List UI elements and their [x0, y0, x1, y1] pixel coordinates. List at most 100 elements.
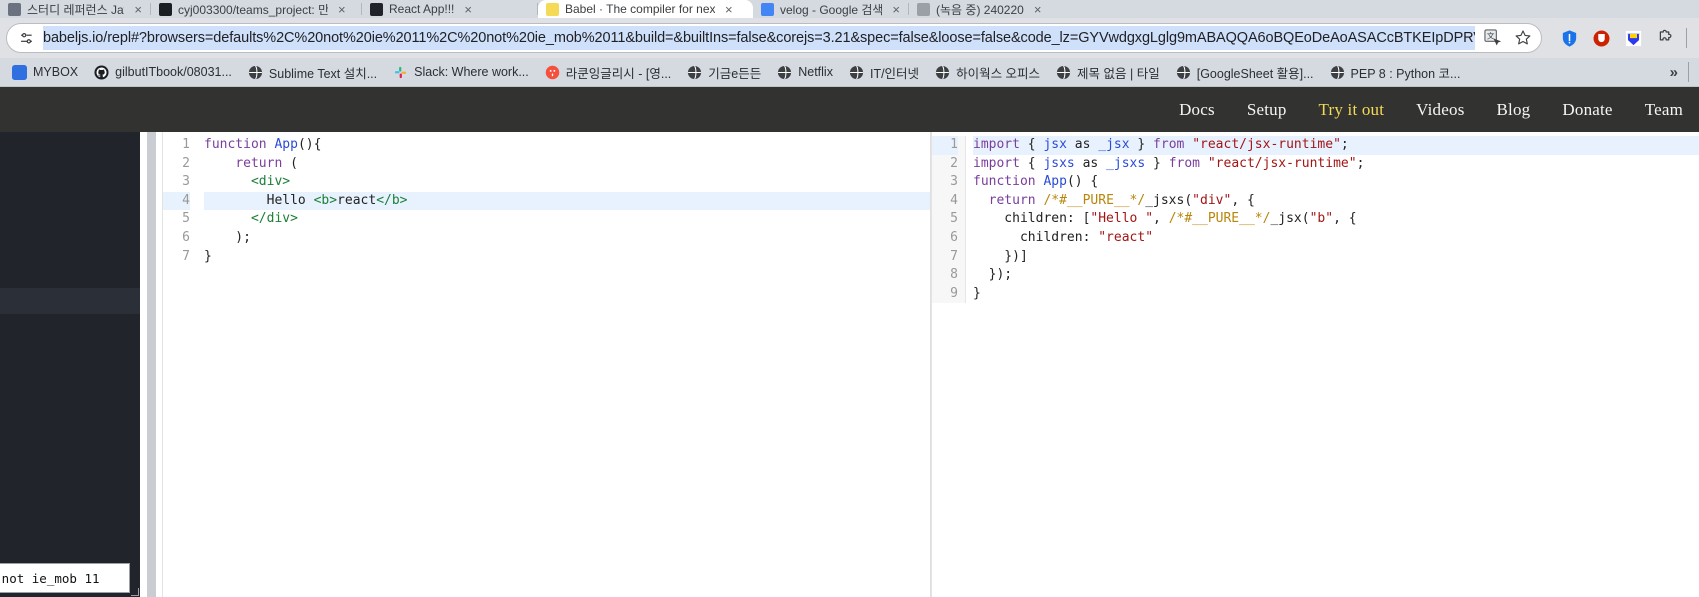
bookmark-label: PEP 8 : Python 코...	[1350, 66, 1461, 81]
download-extension-icon[interactable]	[1622, 27, 1644, 49]
bookmark-item[interactable]: 라쿤잉글리시 - [영...	[537, 60, 680, 85]
generic-page-icon	[8, 2, 21, 16]
code-token: from	[1168, 155, 1201, 171]
output-line-number: 9	[950, 285, 958, 301]
browser-tab[interactable]: 스터디 레퍼런스 Java ×	[0, 0, 150, 18]
output-line-number: 6	[950, 229, 958, 245]
globe-icon	[248, 65, 263, 80]
babel-repl-page: Docs Setup Try it out Videos Blog Donate Team …	[0, 87, 1699, 597]
generic-page-icon	[917, 2, 930, 16]
tune-settings-icon[interactable]	[15, 27, 37, 49]
browser-tab[interactable]: cyj003300/teams_project: 만들 ×	[151, 0, 361, 18]
tab-close-icon[interactable]: ×	[1034, 3, 1042, 16]
bookmark-item[interactable]: 기금e든든	[679, 60, 769, 85]
input-code-line: }	[204, 248, 930, 267]
globe-icon	[777, 65, 792, 80]
github-icon	[94, 64, 109, 80]
nav-link-team[interactable]: Team	[1629, 100, 1699, 120]
nav-link-setup[interactable]: Setup	[1231, 100, 1303, 120]
nav-link-try-it-out[interactable]: Try it out	[1303, 100, 1401, 120]
code-token: jsxs	[1043, 155, 1075, 171]
tab-close-icon[interactable]: ×	[892, 3, 900, 16]
bookmark-item[interactable]: [GoogleSheet 활용]...	[1168, 60, 1322, 85]
code-token: (	[282, 155, 298, 171]
repl-options-sidebar: ie 11, not ie_mob 11 ❮	[0, 132, 186, 597]
bookmark-item[interactable]: gilbutITbook/08031...	[86, 62, 240, 83]
input-code-line: </div>	[204, 210, 930, 229]
code-token: });	[973, 267, 1013, 283]
bookmark-item[interactable]: MYBOX	[4, 62, 86, 83]
browser-tab[interactable]: Babel · The compiler for next ... ×	[538, 0, 753, 18]
bookmark-item[interactable]: Slack: Where work...	[385, 62, 537, 83]
browser-tab[interactable]: React App!!! ×	[362, 0, 537, 18]
babel-input-editor[interactable]: 1 2 345 6 7 function App(){ return ( <div> H…	[162, 132, 930, 597]
browser-window: 스터디 레퍼런스 Java×cyj003300/teams_project: 만…	[0, 0, 1699, 597]
chevron-double-right-icon[interactable]: »	[1670, 64, 1678, 81]
bookmark-label: gilbutITbook/08031...	[115, 65, 232, 79]
input-line-number: 5	[182, 211, 190, 227]
globe-icon	[1056, 65, 1071, 80]
bookmark-item[interactable]: Sublime Text 설치...	[240, 60, 385, 85]
tab-close-icon[interactable]: ×	[464, 3, 472, 16]
code-token: return	[235, 155, 283, 171]
bookmark-item[interactable]: PEP 8 : Python 코...	[1322, 60, 1469, 85]
input-code-line: Hello <b>react</b>	[204, 191, 930, 211]
panel-resize-gutter-left[interactable]	[140, 132, 162, 597]
mybox-icon	[12, 64, 27, 80]
bookmarks-overflow[interactable]: »	[1670, 62, 1695, 82]
browsers-targets-input[interactable]: ie 11, not ie_mob 11	[0, 563, 130, 593]
browser-toolbar: babeljs.io/repl#?browsers=defaults%2C%20…	[0, 18, 1699, 58]
textarea-resize-handle[interactable]	[131, 588, 139, 596]
nav-link-donate[interactable]: Donate	[1546, 100, 1628, 120]
bookmark-label: MYBOX	[33, 65, 79, 79]
code-token: children: [	[973, 211, 1091, 227]
browser-tab[interactable]: (녹음 중) 240220 ×	[909, 0, 1069, 18]
globe-icon	[1330, 65, 1345, 80]
output-code-line: return /*#__PURE__*/_jsxs("div", {	[973, 192, 1699, 211]
input-code[interactable]: function App(){ return ( <div> Hello <b>…	[197, 136, 930, 266]
svg-text:文: 文	[1486, 30, 1494, 40]
adblock-extension-icon[interactable]	[1590, 27, 1612, 49]
output-code-line: function App() {	[973, 173, 1699, 192]
input-line-number: 6	[182, 229, 190, 245]
code-token: import	[973, 155, 1020, 171]
bookmark-item[interactable]: IT/인터넷	[841, 60, 927, 85]
bookmark-item[interactable]: Netflix	[769, 62, 841, 83]
google-icon	[761, 2, 774, 16]
babel-output-editor[interactable]: 12 3 4 5 6 7 8 9 import { jsx as _jsx } from "r…	[931, 132, 1699, 597]
repl-workspace: ie 11, not ie_mob 11 ❮ 1234567 function …	[0, 132, 1699, 597]
puzzle-extensions-icon[interactable]	[1654, 27, 1676, 49]
tab-close-icon[interactable]: ×	[338, 3, 346, 16]
bookmark-item[interactable]: 하이웍스 오피스	[927, 60, 1048, 85]
nav-link-docs[interactable]: Docs	[1163, 100, 1231, 120]
nav-link-videos[interactable]: Videos	[1400, 100, 1480, 120]
code-token: from	[1153, 137, 1185, 152]
output-code-line: import { jsxs as _jsxs } from "react/jsx…	[973, 155, 1699, 174]
tab-title: cyj003300/teams_project: 만들	[178, 2, 328, 17]
omnibox[interactable]: babeljs.io/repl#?browsers=defaults%2C%20…	[6, 23, 1542, 53]
code-token: <div>	[250, 174, 291, 190]
code-token: <b>	[313, 192, 338, 208]
site-navigation: Docs Setup Try it out Videos Blog Donate Team	[0, 87, 1699, 132]
tab-close-icon[interactable]: ×	[134, 3, 142, 16]
browser-tab[interactable]: velog - Google 검색 ×	[753, 0, 908, 18]
bookmark-label: Netflix	[798, 65, 833, 79]
globe-icon	[1176, 65, 1191, 80]
code-token: ;	[1340, 137, 1349, 152]
code-token: jsx	[1043, 137, 1067, 152]
star-icon[interactable]	[1511, 26, 1535, 50]
bookmark-item[interactable]: 제목 없음 | 타일	[1048, 60, 1168, 85]
nav-link-blog[interactable]: Blog	[1481, 100, 1547, 120]
tab-title: velog - Google 검색	[780, 2, 883, 17]
bookmark-label: [GoogleSheet 활용]...	[1196, 66, 1314, 81]
translate-icon[interactable]: 文	[1481, 26, 1505, 50]
input-line-number: 4	[163, 191, 190, 211]
option-row	[0, 314, 140, 340]
url-text[interactable]: babeljs.io/repl#?browsers=defaults%2C%20…	[43, 26, 1475, 50]
shield-extension-icon[interactable]	[1558, 27, 1580, 49]
tab-close-icon[interactable]: ×	[725, 3, 733, 16]
raccoon-icon	[545, 65, 560, 80]
tab-title: (녹음 중) 240220	[936, 2, 1024, 17]
github-icon	[159, 2, 172, 16]
